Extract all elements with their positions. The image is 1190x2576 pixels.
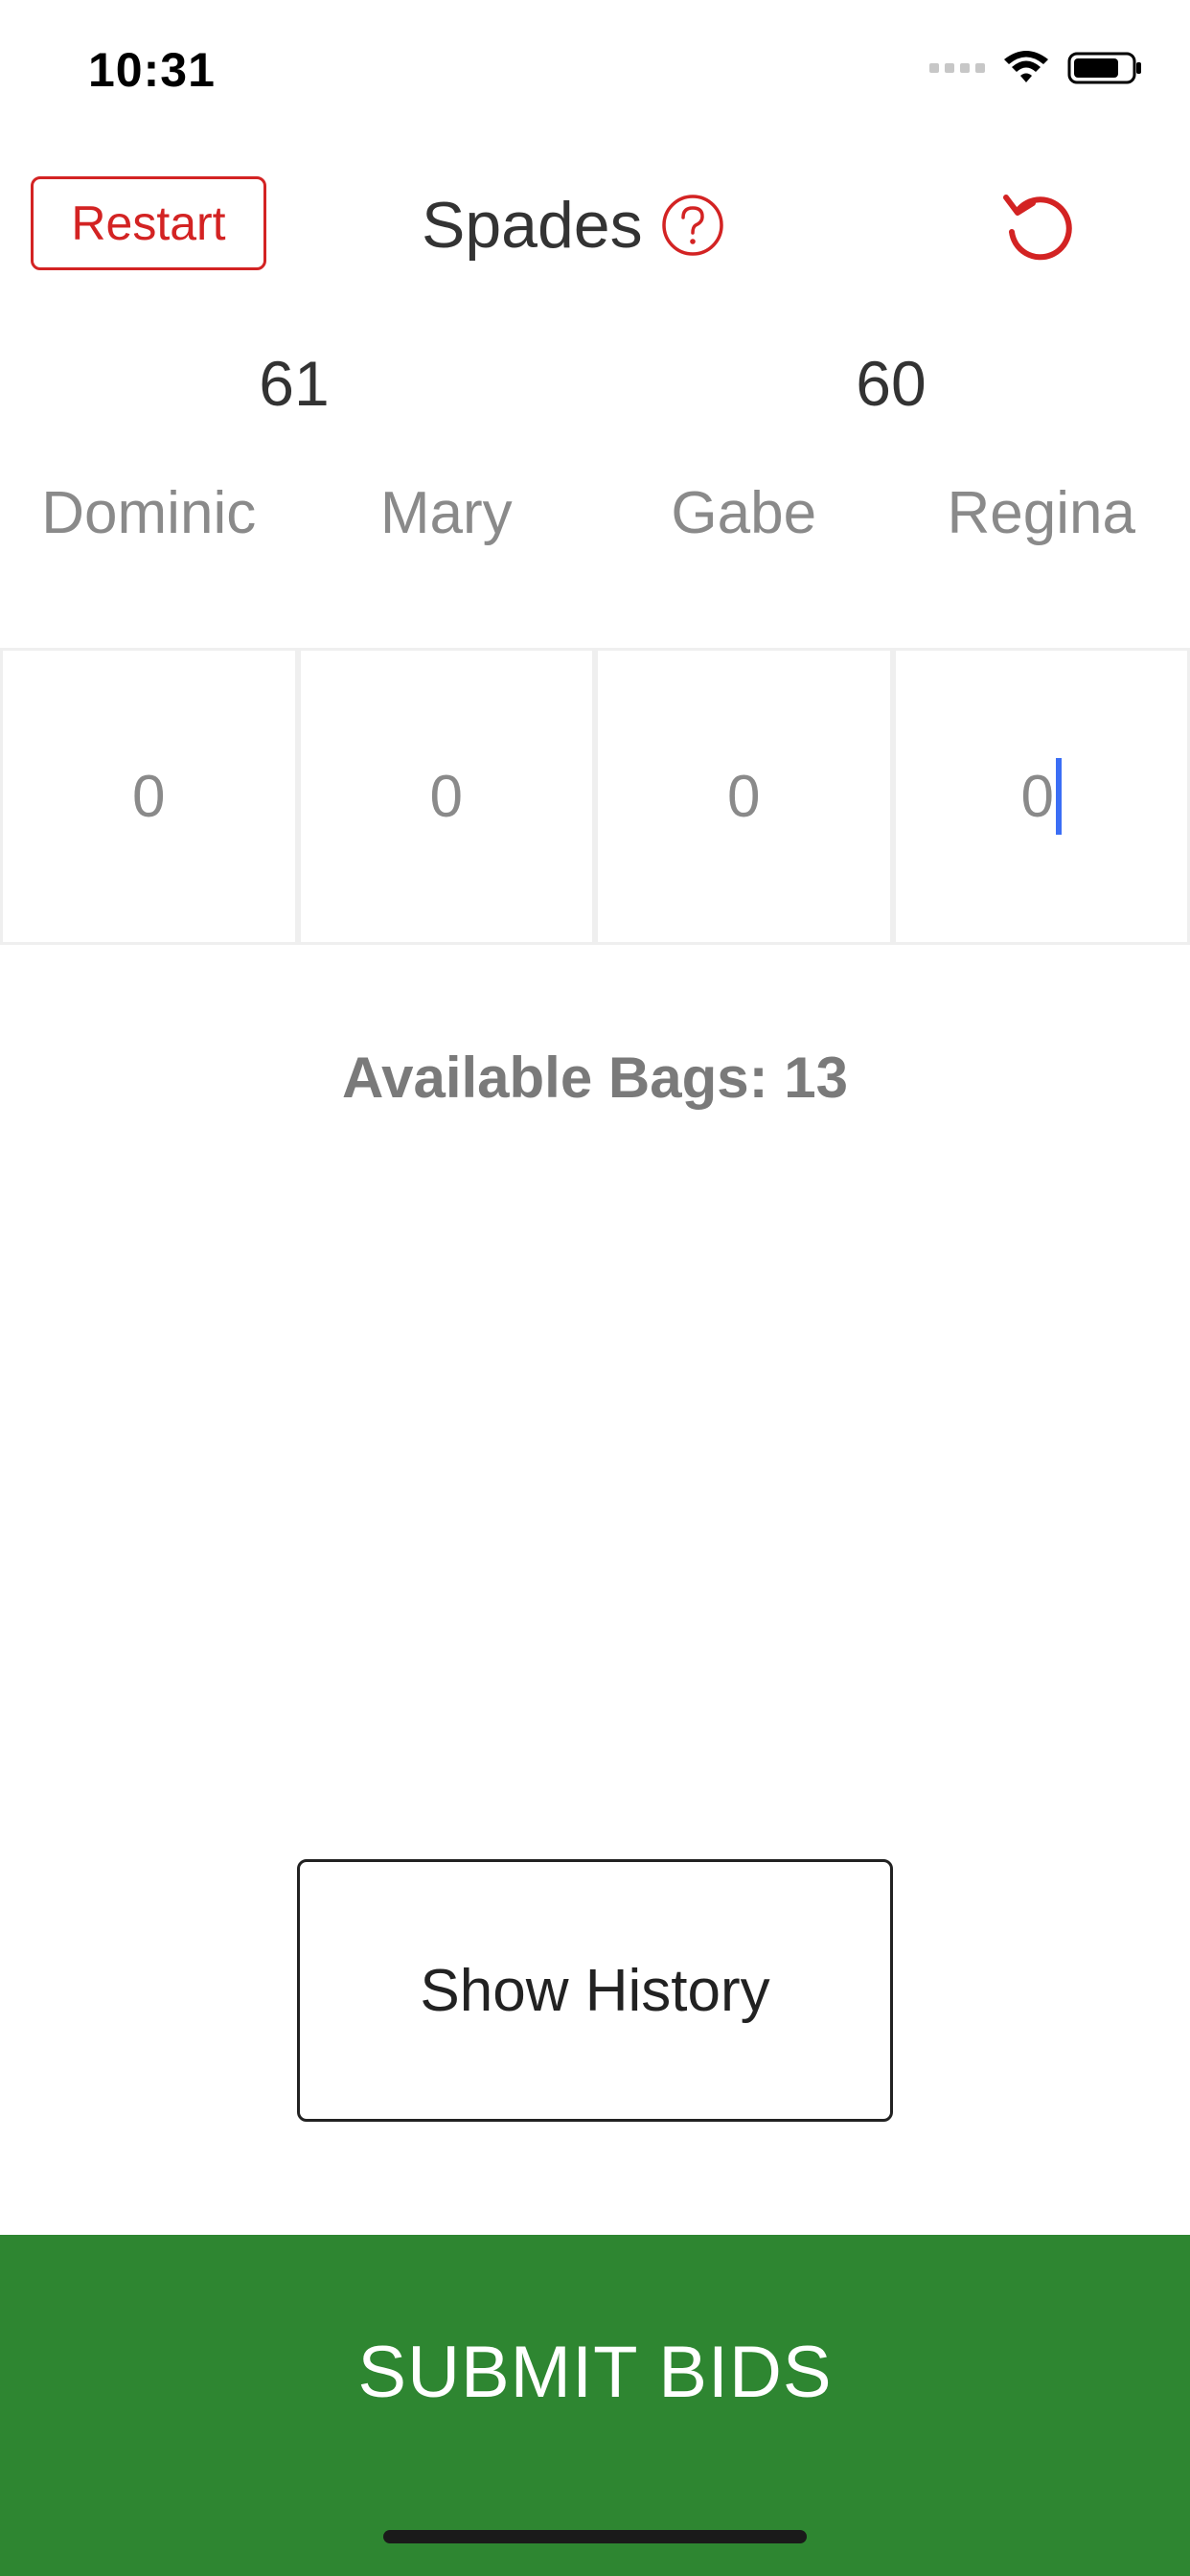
page-title: Spades <box>422 189 643 262</box>
bid-value: 0 <box>429 763 463 830</box>
show-history-button[interactable]: Show History <box>297 1859 893 2122</box>
restart-button[interactable]: Restart <box>31 176 266 270</box>
player-name-gabe: Gabe <box>671 480 817 546</box>
bid-input-regina[interactable]: 0 <box>892 648 1190 945</box>
bid-value: 0 <box>1020 763 1054 830</box>
team2-score: 60 <box>856 348 927 419</box>
bid-input-mary[interactable]: 0 <box>297 648 595 945</box>
player-name-dominic: Dominic <box>41 480 257 546</box>
bid-input-dominic[interactable]: 0 <box>0 648 298 945</box>
home-indicator[interactable] <box>383 2530 807 2543</box>
status-icons <box>929 50 1144 86</box>
wifi-icon <box>1004 51 1048 82</box>
player-name-regina: Regina <box>947 480 1135 546</box>
battery-icon <box>1067 52 1141 84</box>
available-bags-label: Available Bags: 13 <box>341 1046 849 1110</box>
player-names-row: Dominic Mary Gabe Regina <box>0 479 1190 547</box>
submit-bids-button[interactable]: SUBMIT BIDS <box>0 2235 1190 2576</box>
bid-input-gabe[interactable]: 0 <box>595 648 893 945</box>
cellular-signal-icon <box>929 63 985 73</box>
title-group: Spades <box>422 182 725 268</box>
undo-icon[interactable] <box>1000 188 1077 264</box>
status-time: 10:31 <box>88 43 216 97</box>
bid-inputs-row: 0 0 0 0 <box>0 648 1190 945</box>
bid-value: 0 <box>727 763 761 830</box>
player-name-mary: Mary <box>379 480 513 546</box>
spades-screen: 10:31 Restart Spades 61 60 Dominic Mary … <box>0 0 1190 2576</box>
team1-score: 61 <box>259 348 330 419</box>
question-circle-icon[interactable] <box>660 193 725 258</box>
bid-value: 0 <box>132 763 166 830</box>
text-caret <box>1055 758 1062 835</box>
